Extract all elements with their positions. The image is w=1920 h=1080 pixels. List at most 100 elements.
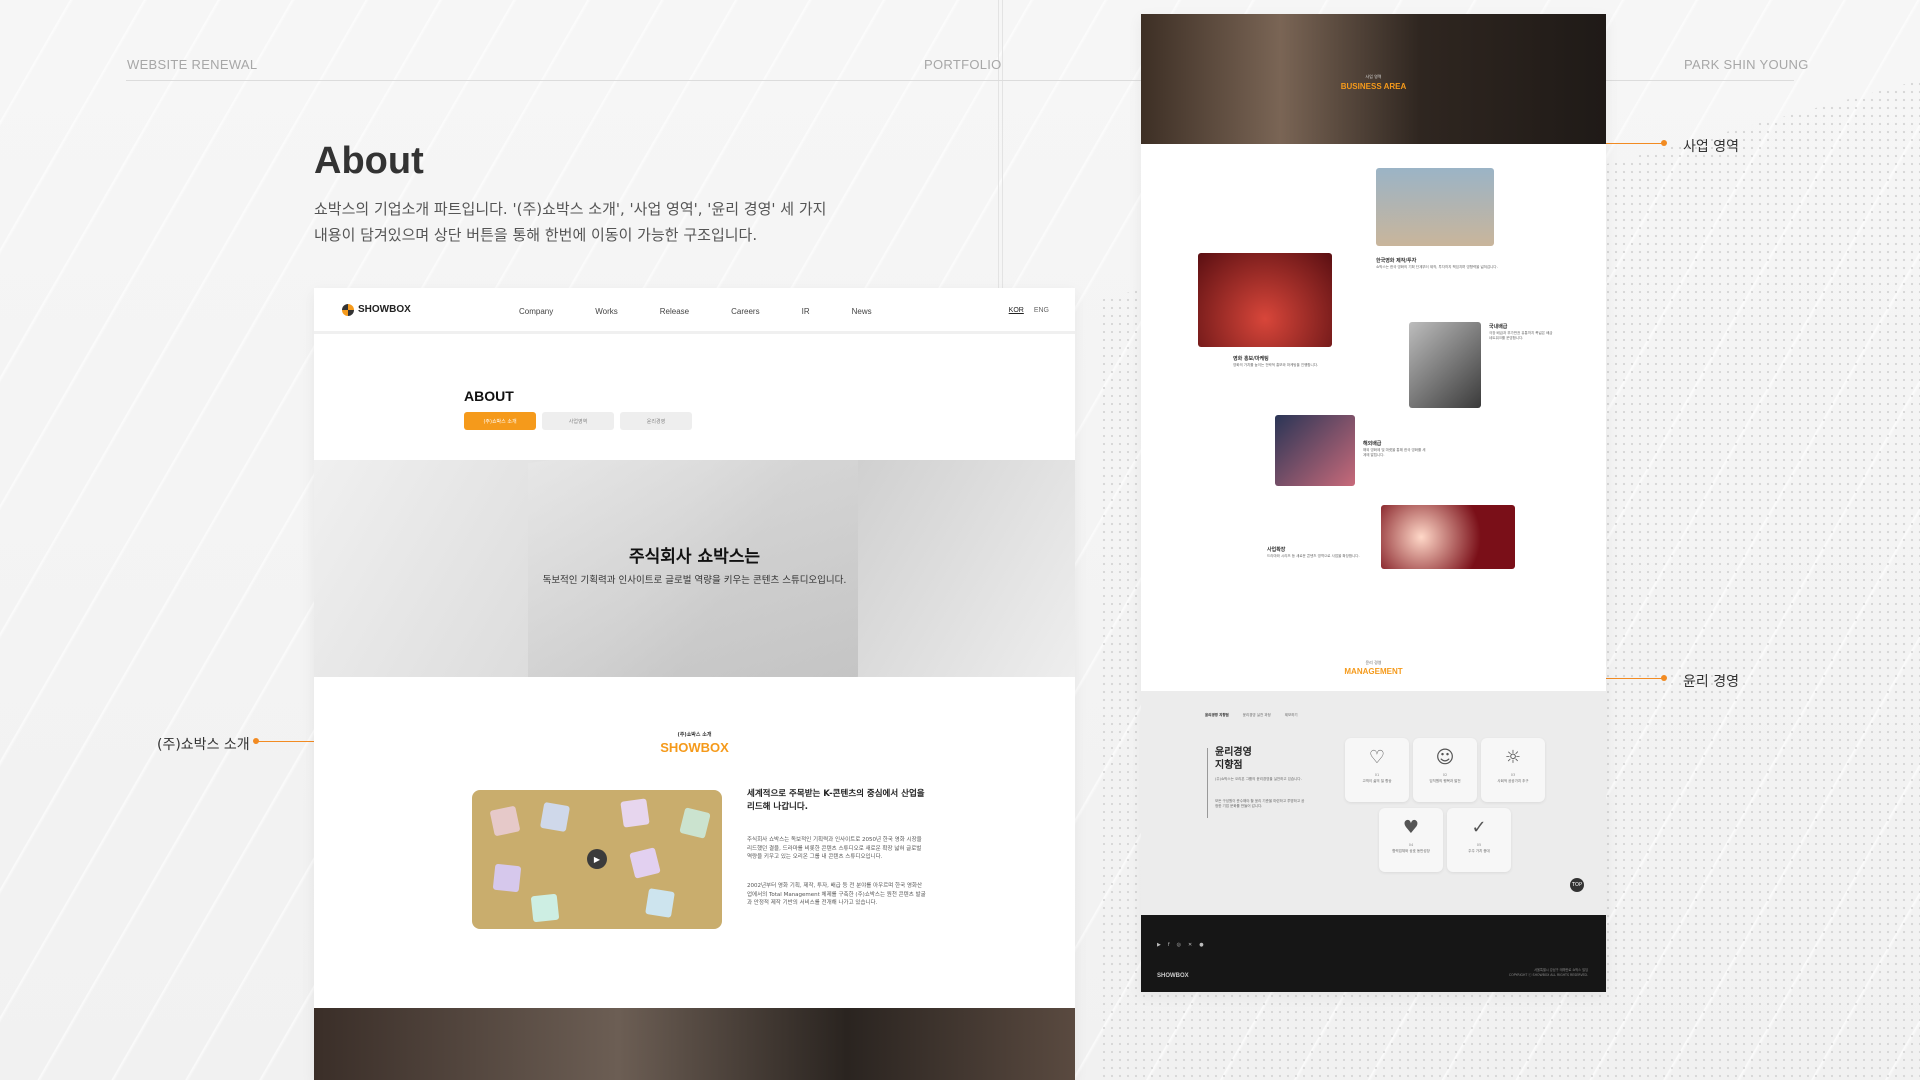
business-item-desc: 해외 영화제 및 마켓을 통해 한국 영화를 세계에 알립니다. (1363, 448, 1426, 457)
ethics-section: 윤리경영 지향점 윤리경영 실천 과정 제보하기 윤리경영 지향점 (주)쇼박스… (1141, 691, 1606, 915)
projector-image (1381, 505, 1515, 569)
callout-line (1606, 678, 1664, 679)
ethics-tab-goal[interactable]: 윤리경영 지향점 (1205, 713, 1229, 718)
hero-title: 주식회사 쇼박스는 (628, 547, 761, 567)
handshake-icon: ♥ (1402, 817, 1420, 838)
ethics-tab-process[interactable]: 윤리경영 실천 과정 (1243, 713, 1271, 718)
hand-heart-icon: ♡ (1368, 747, 1386, 768)
youtube-icon[interactable]: ▶ (1157, 942, 1161, 948)
intro-subtitle: (주)쇼박스 소개 (677, 732, 712, 738)
intro-heading: 세계적으로 주목받는 K-콘텐츠의 중심에서 산업을 리드해 나갑니다. (747, 789, 925, 812)
main-menu: Company Works Release Careers IR News (519, 288, 872, 334)
ethics-card-customer: ♡ 01 고객이 삶의 질 향상 (1345, 738, 1409, 802)
lang-eng[interactable]: ENG (1034, 307, 1049, 314)
play-icon[interactable]: ▶ (587, 849, 607, 869)
callout-line (256, 741, 314, 742)
social-links: ▶ f ◎ ✕ ● (1157, 942, 1204, 948)
clapperboard-image (1376, 168, 1494, 246)
thumbs-up-icon: ✓ (1471, 817, 1487, 838)
menu-item-works[interactable]: Works (595, 307, 618, 316)
ethics-card-partners: ♥ 04 협력업체와 상호 동반성장 (1379, 808, 1443, 872)
ethics-divider (1207, 748, 1208, 818)
x-icon[interactable]: ✕ (1188, 942, 1192, 948)
ethics-card-society: ☼ 03 사회적 공공가치 추구 (1481, 738, 1545, 802)
business-item-title: 영화 홍보/마케팅 (1233, 356, 1269, 362)
ethics-tabs: 윤리경영 지향점 윤리경영 실천 과정 제보하기 (1205, 713, 1298, 718)
business-ethics-mockup: 사업 영역 BUSINESS AREA 한국영화 제작/투자 쇼박스는 한국 영… (1141, 14, 1606, 992)
business-item-title: 한국영화 제작/투자 (1376, 258, 1417, 264)
business-area-banner: 사업 영역 BUSINESS AREA (1141, 14, 1606, 144)
menu-item-ir[interactable]: IR (802, 307, 810, 316)
lang-kor[interactable]: KOR (1009, 307, 1024, 314)
ethics-card-employees: ☺ 02 임직원의 행복과 발전 (1413, 738, 1477, 802)
callout-ethics: 윤리 경영 (1683, 674, 1739, 690)
tablet-image (1409, 322, 1481, 408)
management-subtitle: 윤리 경영 (1365, 660, 1382, 665)
header-right-label: PARK SHIN YOUNG (1684, 57, 1809, 72)
ethics-paragraph-2: 모든 구성원이 준수해야 할 윤리 기준을 마련하고 투명하고 공정한 기업 문… (1215, 799, 1305, 808)
blog-icon[interactable]: ● (1199, 942, 1203, 948)
video-thumbnail-block (489, 805, 521, 837)
menu-item-company[interactable]: Company (519, 307, 553, 316)
page-description: 쇼박스의 기업소개 파트입니다. '(주)쇼박스 소개', '사업 영역', '… (314, 200, 827, 244)
footer-logo[interactable]: SHOWBOX (1157, 973, 1189, 979)
menu-item-news[interactable]: News (852, 307, 872, 316)
callout-dot (1661, 675, 1667, 681)
people-icon: ☺ (1435, 747, 1455, 768)
intro-paragraph-1: 주식회사 쇼박스는 독보적인 기획력과 인사이트로 2050년 한국 영화 시장… (747, 837, 922, 860)
callout-dot (1661, 140, 1667, 146)
ethics-tab-report[interactable]: 제보하기 (1285, 713, 1298, 718)
about-tabs: (주)쇼박스 소개 사업영역 윤리경영 (464, 412, 692, 430)
menu-item-release[interactable]: Release (660, 307, 689, 316)
business-item-desc: 영화의 가치를 높이는 전략적 홍보와 마케팅을 진행합니다. (1233, 363, 1319, 367)
intro-video[interactable]: ▶ (472, 790, 722, 929)
ethics-card-shareholders: ✓ 05 주주 가치 증대 (1447, 808, 1511, 872)
language-switch: KOR ENG (1009, 307, 1049, 314)
intro-title: SHOWBOX (660, 740, 729, 755)
footer-copyright: 서울특별시 강남구 테헤란로 쇼박스 빌딩 COPYRIGHT ⓒ SHOWBO… (1508, 968, 1588, 977)
video-thumbnail-block (629, 847, 661, 879)
callout-business-area: 사업 영역 (1683, 139, 1739, 155)
instagram-icon[interactable]: ◎ (1177, 942, 1181, 948)
business-item-desc: 드라마와 시리즈 등 새로운 콘텐츠 영역으로 사업을 확장합니다. (1267, 554, 1360, 558)
lightbulb-icon: ☼ (1504, 747, 1522, 768)
management-title: MANAGEMENT (1344, 667, 1403, 676)
tab-ethics[interactable]: 윤리경영 (620, 412, 692, 430)
header-center-label: PORTFOLIO (924, 57, 1002, 72)
business-item-title: 국내배급 (1489, 324, 1508, 330)
intro-paragraph-2: 2002년부터 영화 기획, 제작, 투자, 배급 등 전 분야를 아우르며 한… (747, 883, 926, 906)
about-page-mockup: SHOWBOX Company Works Release Careers IR… (314, 288, 1075, 1080)
video-thumbnail-block (530, 893, 560, 923)
ethics-paragraph-1: (주)쇼박스는 오리온 그룹의 윤리경영을 실천하고 있습니다. (1215, 777, 1302, 781)
page-title: About (314, 140, 424, 182)
video-thumbnail-block (539, 801, 571, 833)
callout-showbox-intro: (주)쇼박스 소개 (157, 737, 250, 753)
tab-business-area[interactable]: 사업영역 (542, 412, 614, 430)
business-item-title: 해외배급 (1363, 441, 1382, 447)
video-thumbnail-block (645, 888, 675, 918)
banner-subtitle: 사업 영역 (1365, 74, 1382, 79)
ethics-title: 윤리경영 지향점 (1215, 747, 1252, 771)
logo-mark-icon (342, 303, 354, 316)
hero-banner: 주식회사 쇼박스는 독보적인 기획력과 인사이트로 글로벌 역량을 키우는 콘텐… (314, 460, 1075, 677)
scroll-top-button[interactable]: TOP (1570, 878, 1584, 892)
hero-cube-image (528, 460, 858, 677)
site-footer: ▶ f ◎ ✕ ● SHOWBOX 서울특별시 강남구 테헤란로 쇼박스 빌딩 … (1141, 915, 1606, 992)
section-title: ABOUT (464, 388, 514, 404)
cinema-audience-image (1198, 253, 1332, 347)
video-thumbnail-block (492, 863, 522, 893)
meeting-image (1275, 415, 1355, 486)
banner-title: BUSINESS AREA (1340, 82, 1407, 91)
tab-showbox-intro[interactable]: (주)쇼박스 소개 (464, 412, 536, 430)
business-item-desc: 쇼박스는 한국 영화의 기획 단계부터 제작, 투자까지 책임지며 영향력을 넓… (1376, 265, 1498, 269)
business-item-title: 사업확장 (1267, 547, 1286, 553)
about-header: ABOUT (주)쇼박스 소개 사업영역 윤리경영 (464, 388, 692, 430)
video-thumbnail-block (679, 807, 711, 839)
business-item-desc: 극장 배급과 부가판권 유통까지 폭넓은 배급 네트워크를 운영합니다. (1489, 331, 1553, 340)
hero-subtitle: 독보적인 기획력과 인사이트로 글로벌 역량을 키우는 콘텐츠 스튜디오입니다. (542, 575, 847, 586)
showbox-logo[interactable]: SHOWBOX (342, 303, 411, 316)
facebook-icon[interactable]: f (1168, 942, 1170, 948)
business-area-banner-preview (314, 1008, 1075, 1080)
menu-item-careers[interactable]: Careers (731, 307, 759, 316)
header-left-label: WEBSITE RENEWAL (127, 57, 258, 72)
